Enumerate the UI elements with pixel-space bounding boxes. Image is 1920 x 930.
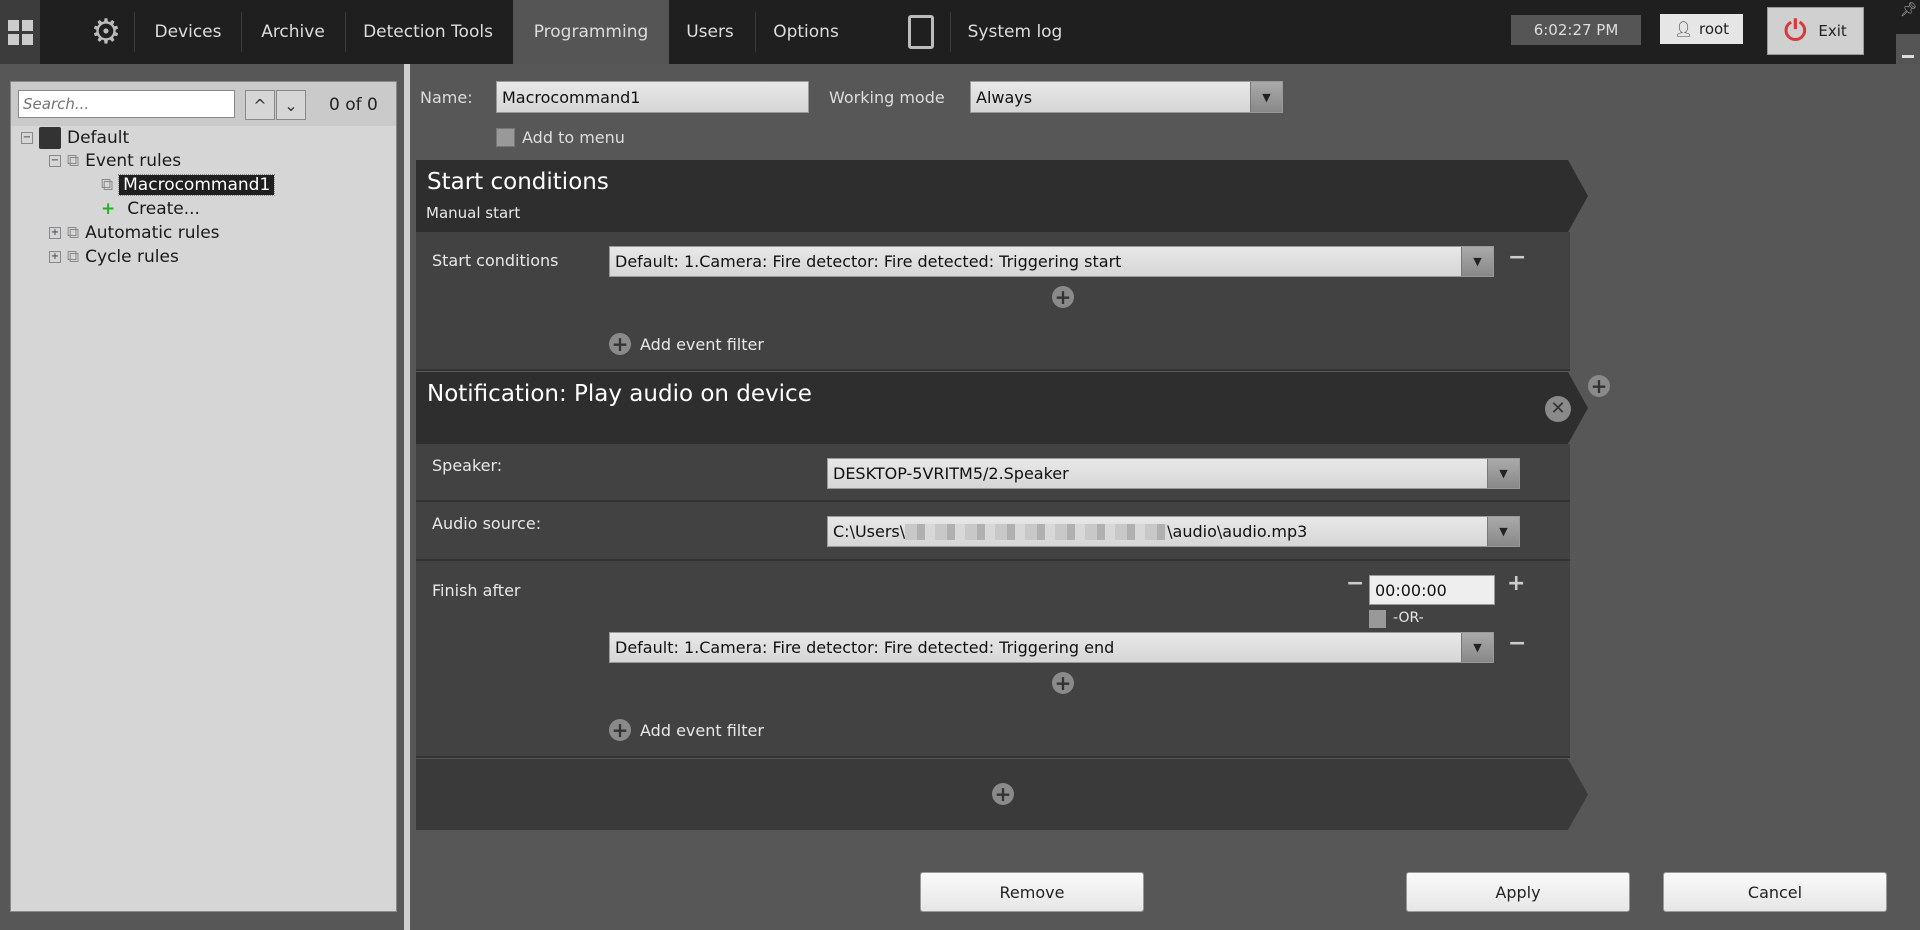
expand-icon[interactable]: + [49,251,61,263]
remove-condition-icon[interactable]: − [1508,245,1526,270]
manual-start-label: Manual start [426,204,521,222]
notification-title: Notification: Play audio on device [427,381,812,407]
tree-item-cycle-rules[interactable]: + ⧉ Cycle rules [49,247,179,267]
tree-item-macrocommand1[interactable]: ⧉ Macrocommand1 [101,174,276,196]
finish-after-label: Finish after [432,581,521,600]
close-icon[interactable]: ✕ [1545,396,1571,422]
user-icon: 👤︎ [1673,20,1693,38]
expand-icon[interactable]: + [49,227,61,239]
collapse-icon[interactable]: − [21,132,33,144]
rules-icon: ⧉ [101,175,114,195]
rules-icon: ⧉ [67,223,80,243]
chevron-down-icon[interactable]: ▼ [1487,459,1519,488]
add-condition-icon[interactable]: + [1052,286,1074,308]
server-icon [39,127,61,149]
or-checkbox[interactable] [1369,610,1386,628]
decrease-time-icon[interactable]: − [1346,571,1364,596]
speaker-row: Speaker: DESKTOP-5VRITM5/2.Speaker ▼ [416,444,1570,502]
tab-devices[interactable]: Devices [138,0,238,64]
finish-after-row: Finish after − 00:00:00 + -OR- Default: … [416,561,1570,758]
redacted-username [905,523,1168,540]
name-input[interactable]: Macrocommand1 [496,81,809,113]
search-next-button[interactable]: ⌄ [276,90,306,120]
start-conditions-section: Start conditions Default: 1.Camera: Fire… [416,232,1570,371]
system-log-button[interactable]: System log [955,0,1075,64]
audio-source-select[interactable]: C:\Users\ \audio\audio.mp3 ▼ [827,516,1520,547]
tab-options[interactable]: Options [757,0,855,64]
cancel-button[interactable]: Cancel [1663,872,1887,912]
pin-icon[interactable]: 📌︎ [1900,2,1918,18]
exit-button[interactable]: ⏻ Exit [1767,7,1864,55]
add-to-menu-label: Add to menu [522,128,625,147]
tab-programming[interactable]: Programming [513,0,669,64]
add-action-icon[interactable]: + [992,783,1014,805]
speaker-select[interactable]: DESKTOP-5VRITM5/2.Speaker ▼ [827,458,1520,489]
speaker-label: Speaker: [432,456,503,475]
apply-button[interactable]: Apply [1406,872,1630,912]
finish-time-input[interactable]: 00:00:00 [1369,575,1495,605]
add-to-menu-checkbox[interactable] [496,128,515,147]
clock: 6:02:27 PM [1511,15,1641,45]
tab-detection-tools[interactable]: Detection Tools [347,0,509,64]
search-bar: ^ ⌄ 0 of 0 [11,82,396,126]
sidebar-tree-panel: ^ ⌄ 0 of 0 −Default −⧉Event rules ⧉Macro… [10,81,397,912]
tree-item-create[interactable]: + Create... [101,199,200,219]
tree-item-event-rules[interactable]: − ⧉ Event rules [49,151,181,171]
collapse-icon[interactable]: − [49,155,61,167]
end-condition-select[interactable]: Default: 1.Camera: Fire detector: Fire d… [609,632,1494,663]
or-label: -OR- [1393,610,1424,626]
exit-label: Exit [1818,22,1847,40]
chevron-down-icon[interactable]: ▼ [1461,247,1493,276]
minimize-button[interactable] [1896,34,1920,64]
chevron-down-icon[interactable]: ▼ [1487,517,1519,546]
splitter[interactable] [404,64,410,930]
remove-condition-icon[interactable]: − [1508,631,1526,656]
start-conditions-title: Start conditions [427,169,609,195]
start-condition-select[interactable]: Default: 1.Camera: Fire detector: Fire d… [609,246,1494,277]
add-event-filter-button[interactable]: Add event filter [640,335,764,354]
user-button[interactable]: 👤︎ root [1660,14,1743,44]
audio-source-row: Audio source: C:\Users\ \audio\audio.mp3 ▼ [416,502,1570,561]
audio-source-label: Audio source: [432,514,542,533]
system-log-icon[interactable] [905,0,937,64]
rules-icon: ⧉ [67,151,80,171]
tab-archive[interactable]: Archive [243,0,343,64]
new-action-block: + [416,759,1588,830]
tree-item-automatic-rules[interactable]: + ⧉ Automatic rules [49,223,220,243]
create-plus-icon: + [101,199,116,219]
start-conditions-header: Start conditions Manual start [416,160,1588,232]
gear-icon[interactable]: ⚙ [86,0,126,64]
working-mode-select[interactable]: Always ▼ [970,81,1283,113]
search-prev-button[interactable]: ^ [245,90,275,120]
increase-time-icon[interactable]: + [1507,571,1525,596]
rules-icon: ⧉ [67,247,80,267]
add-action-icon[interactable]: + [1588,375,1610,397]
notification-header: Notification: Play audio on device ✕ [416,372,1588,444]
working-mode-label: Working mode [829,88,945,107]
start-conditions-label: Start conditions [432,251,559,270]
user-name: root [1698,20,1730,38]
power-icon: ⏻ [1784,14,1807,47]
add-event-filter-button[interactable]: Add event filter [640,721,764,740]
search-input[interactable] [18,90,235,118]
top-bar: ⚙ Devices Archive Detection Tools Progra… [0,0,1920,64]
add-event-filter-icon[interactable]: + [609,333,631,355]
add-condition-icon[interactable]: + [1052,672,1074,694]
name-label: Name: [420,88,473,107]
chevron-down-icon[interactable]: ▼ [1461,633,1493,662]
apps-grid-icon[interactable] [0,0,40,64]
search-match-count: 0 of 0 [329,95,378,115]
tab-users[interactable]: Users [670,0,750,64]
tree-item-default[interactable]: − Default [21,127,129,149]
add-event-filter-icon[interactable]: + [609,719,631,741]
remove-button[interactable]: Remove [920,872,1144,912]
chevron-down-icon[interactable]: ▼ [1250,82,1282,112]
